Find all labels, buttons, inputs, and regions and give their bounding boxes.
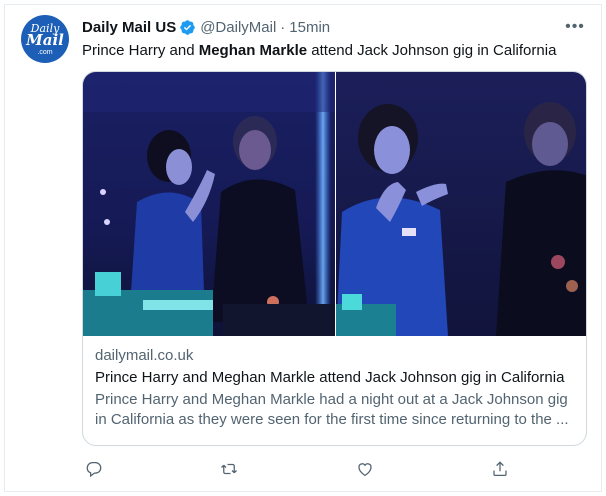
link-card[interactable]: dailymail.co.uk Prince Harry and Meghan … <box>82 71 587 446</box>
card-body[interactable]: dailymail.co.uk Prince Harry and Meghan … <box>83 336 586 430</box>
card-media[interactable] <box>83 72 586 336</box>
reply-button[interactable] <box>82 457 106 481</box>
tweet-text-suffix: attend Jack Johnson gig in California <box>307 42 557 59</box>
like-icon <box>358 463 372 477</box>
verified-badge-icon <box>180 19 195 35</box>
separator-dot: · <box>280 18 286 36</box>
timestamp[interactable]: 15min <box>289 19 330 36</box>
handle[interactable]: @DailyMail <box>200 19 276 36</box>
like-button[interactable] <box>353 457 377 481</box>
tweet[interactable]: Daily Mail .com Daily Mail US @DailyMail… <box>4 4 602 492</box>
tweet-text-bold: Meghan Markle <box>198 42 308 59</box>
display-name[interactable]: Daily Mail US <box>82 19 176 36</box>
avatar-text-line2: Mail <box>26 30 64 49</box>
card-description-line2: in California as they were seen for the … <box>95 411 569 428</box>
tweet-text-prefix: Prince Harry and <box>82 42 199 59</box>
card-title[interactable]: Prince Harry and Meghan Markle attend Ja… <box>95 368 576 388</box>
retweet-button[interactable] <box>217 457 241 481</box>
tweet-text: Prince Harry and Meghan Markle attend Ja… <box>82 41 556 61</box>
card-domain: dailymail.co.uk <box>95 347 194 364</box>
card-description-line1: Prince Harry and Meghan Markle had a nig… <box>95 391 568 408</box>
tweet-actions <box>82 457 512 481</box>
share-button[interactable] <box>488 457 512 481</box>
card-description: Prince Harry and Meghan Markle had a nig… <box>95 390 576 430</box>
more-options-icon[interactable]: ••• <box>563 15 587 39</box>
avatar-text-line3: .com <box>37 48 53 56</box>
card-photo-left[interactable] <box>83 72 335 336</box>
tweet-header: Daily Mail US @DailyMail · 15min <box>82 17 330 37</box>
share-icon <box>493 461 507 477</box>
avatar[interactable]: Daily Mail .com <box>21 15 69 63</box>
reply-icon <box>86 461 102 478</box>
retweet-icon <box>221 463 238 475</box>
card-photo-right[interactable] <box>336 72 586 336</box>
